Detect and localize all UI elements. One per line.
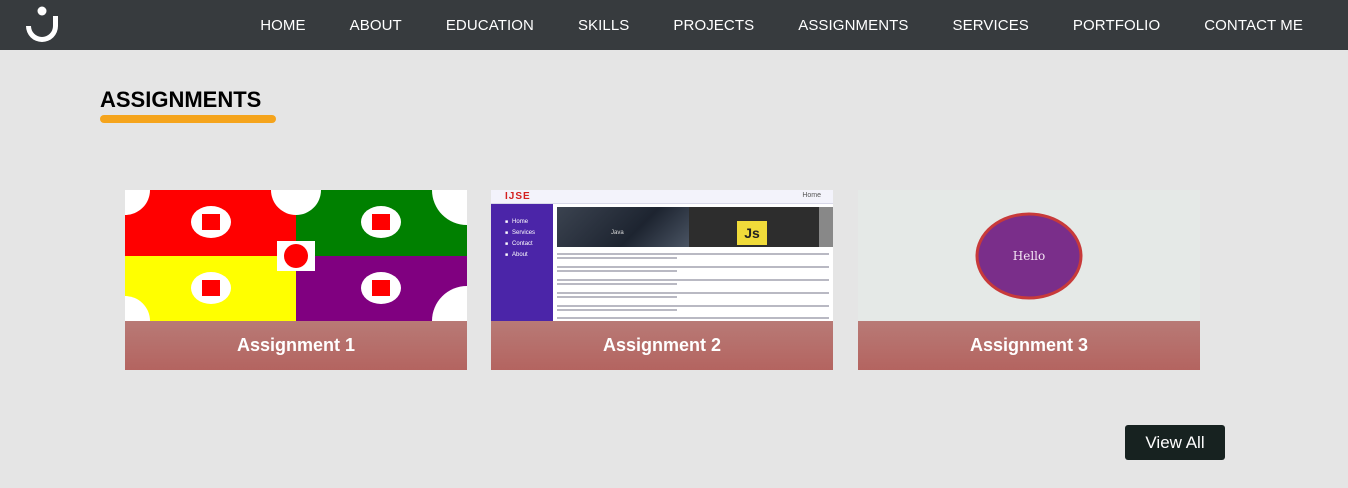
nav-education[interactable]: EDUCATION	[446, 17, 534, 34]
nav-portfolio[interactable]: PORTFOLIO	[1073, 17, 1160, 34]
assignment-card-2[interactable]: IJSE Home Home Services Contact About Ja…	[491, 190, 833, 370]
assignment-card-3[interactable]: Hello Assignment 3	[858, 190, 1200, 370]
js-logo-icon: Js	[737, 221, 767, 245]
nav-projects[interactable]: PROJECTS	[673, 17, 754, 34]
assignment-2-thumb-text-line	[557, 270, 677, 272]
assignment-2-footer: Assignment 2	[491, 321, 833, 370]
assignment-2-thumb-banner-java	[557, 207, 689, 247]
assignment-2-thumb-menu-item: Contact	[505, 241, 533, 247]
navbar: HOME ABOUT EDUCATION SKILLS PROJECTS ASS…	[0, 0, 1348, 50]
assignment-2-thumb-text-line	[557, 283, 677, 285]
assignment-1-thumbnail	[125, 190, 467, 321]
assignment-2-thumb-text-line	[557, 317, 829, 319]
title-underline	[100, 115, 276, 123]
assignment-2-thumb-menu-item: About	[505, 252, 528, 258]
nav-links: HOME ABOUT EDUCATION SKILLS PROJECTS ASS…	[216, 0, 1303, 50]
assignment-1-label: Assignment 1	[236, 335, 356, 355]
assignment-2-thumb-menu-item: Home	[505, 219, 528, 225]
assignment-3-image: Hello	[858, 190, 1200, 321]
assignment-2-thumb-header	[491, 190, 833, 204]
assignment-2-thumb-java-label: Java	[611, 230, 624, 236]
section-title: ASSIGNMENTS	[100, 87, 262, 112]
assignment-2-label: Assignment 2	[602, 335, 722, 355]
assignment-2-thumb-home: Home	[802, 192, 821, 199]
nav-home[interactable]: HOME	[260, 17, 305, 34]
nav-about[interactable]: ABOUT	[350, 17, 402, 34]
assignment-2-thumb-text-line	[557, 253, 829, 255]
assignment-2-thumb-text-line	[557, 257, 677, 259]
assignment-2-thumb-text-line	[557, 309, 677, 311]
assignment-3-label: Assignment 3	[969, 335, 1089, 355]
nav-services[interactable]: SERVICES	[953, 17, 1029, 34]
assignment-card-1[interactable]: Assignment 1	[125, 190, 467, 370]
nav-contact-me[interactable]: CONTACT ME	[1204, 17, 1303, 34]
assignment-2-thumb-banner-edge	[819, 207, 833, 247]
assignment-2-thumb-text-line	[557, 296, 677, 298]
assignment-2-thumb-text-line	[557, 305, 829, 307]
assignment-2-thumb-menu-item: Services	[505, 230, 535, 236]
assignment-2-thumb-text-line	[557, 266, 829, 268]
view-all-button[interactable]: View All	[1125, 425, 1225, 460]
assignment-3-footer: Assignment 3	[858, 321, 1200, 370]
nav-skills[interactable]: SKILLS	[578, 17, 629, 34]
assignment-2-thumb-logo: IJSE	[505, 191, 531, 202]
assignment-1-image	[125, 190, 467, 321]
assignment-3-thumb-text: Hello	[1013, 249, 1045, 263]
assignment-3-thumbnail: Hello	[858, 190, 1200, 321]
logo-icon[interactable]	[20, 2, 64, 44]
assignment-2-thumb-text-line	[557, 292, 829, 294]
assignment-2-thumb-text-line	[557, 279, 829, 281]
assignment-1-footer: Assignment 1	[125, 321, 467, 370]
assignment-2-thumbnail: IJSE Home Home Services Contact About Ja…	[491, 190, 833, 321]
nav-assignments[interactable]: ASSIGNMENTS	[798, 17, 908, 34]
